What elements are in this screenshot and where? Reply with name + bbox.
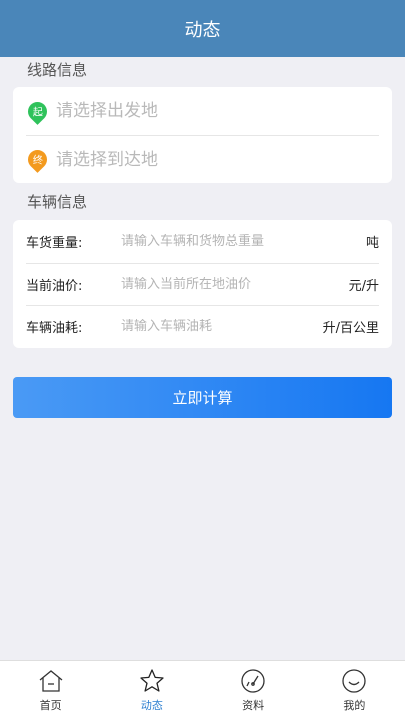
end-location-input[interactable]	[56, 149, 356, 170]
tab-resources-label: 资料	[242, 699, 265, 712]
fuel-price-unit: 元/升	[348, 278, 379, 294]
start-pin-icon: 起	[24, 97, 51, 125]
route-card: 起 终	[13, 87, 392, 183]
fuel-consumption-row: 车辆油耗: 升/百公里	[26, 305, 379, 348]
tab-dynamics[interactable]: 动态	[101, 661, 202, 720]
weight-row: 车货重量: 吨	[26, 220, 379, 263]
tab-mine-label: 我的	[343, 699, 366, 712]
calculate-button[interactable]: 立即计算	[13, 377, 392, 418]
app-header: 动态	[0, 0, 405, 57]
tab-mine[interactable]: 我的	[304, 661, 405, 720]
fuel-consumption-input[interactable]	[121, 319, 317, 335]
weight-unit: 吨	[365, 235, 379, 251]
home-icon	[39, 670, 63, 692]
tab-resources[interactable]: 资料	[203, 661, 304, 720]
vehicle-section-label: 车辆信息	[27, 193, 88, 211]
fuel-price-label: 当前油价:	[26, 278, 83, 294]
route-section-label: 线路信息	[27, 61, 88, 79]
fuel-consumption-label: 车辆油耗:	[26, 321, 83, 337]
bottom-tab-bar: 首页 动态 资料 我的	[0, 660, 405, 720]
tab-home-label: 首页	[39, 699, 62, 712]
vehicle-card: 车货重量: 吨 当前油价: 元/升 车辆油耗: 升/百公里	[13, 220, 392, 348]
start-location-input[interactable]	[56, 101, 356, 121]
end-pin-icon: 终	[24, 146, 51, 173]
end-location-row[interactable]: 终	[24, 135, 379, 183]
fuel-price-input[interactable]	[121, 276, 343, 292]
start-location-row[interactable]: 起	[24, 87, 379, 135]
tab-home[interactable]: 首页	[0, 661, 101, 720]
fuel-price-row: 当前油价: 元/升	[26, 262, 379, 306]
weight-label: 车货重量:	[26, 235, 83, 251]
star-icon	[140, 669, 164, 692]
weight-input[interactable]	[121, 233, 360, 249]
smile-icon	[342, 669, 367, 693]
gauge-icon	[241, 669, 265, 693]
tab-dynamics-label: 动态	[140, 699, 163, 712]
fuel-consumption-unit: 升/百公里	[322, 321, 379, 337]
page-title: 动态	[184, 19, 221, 41]
